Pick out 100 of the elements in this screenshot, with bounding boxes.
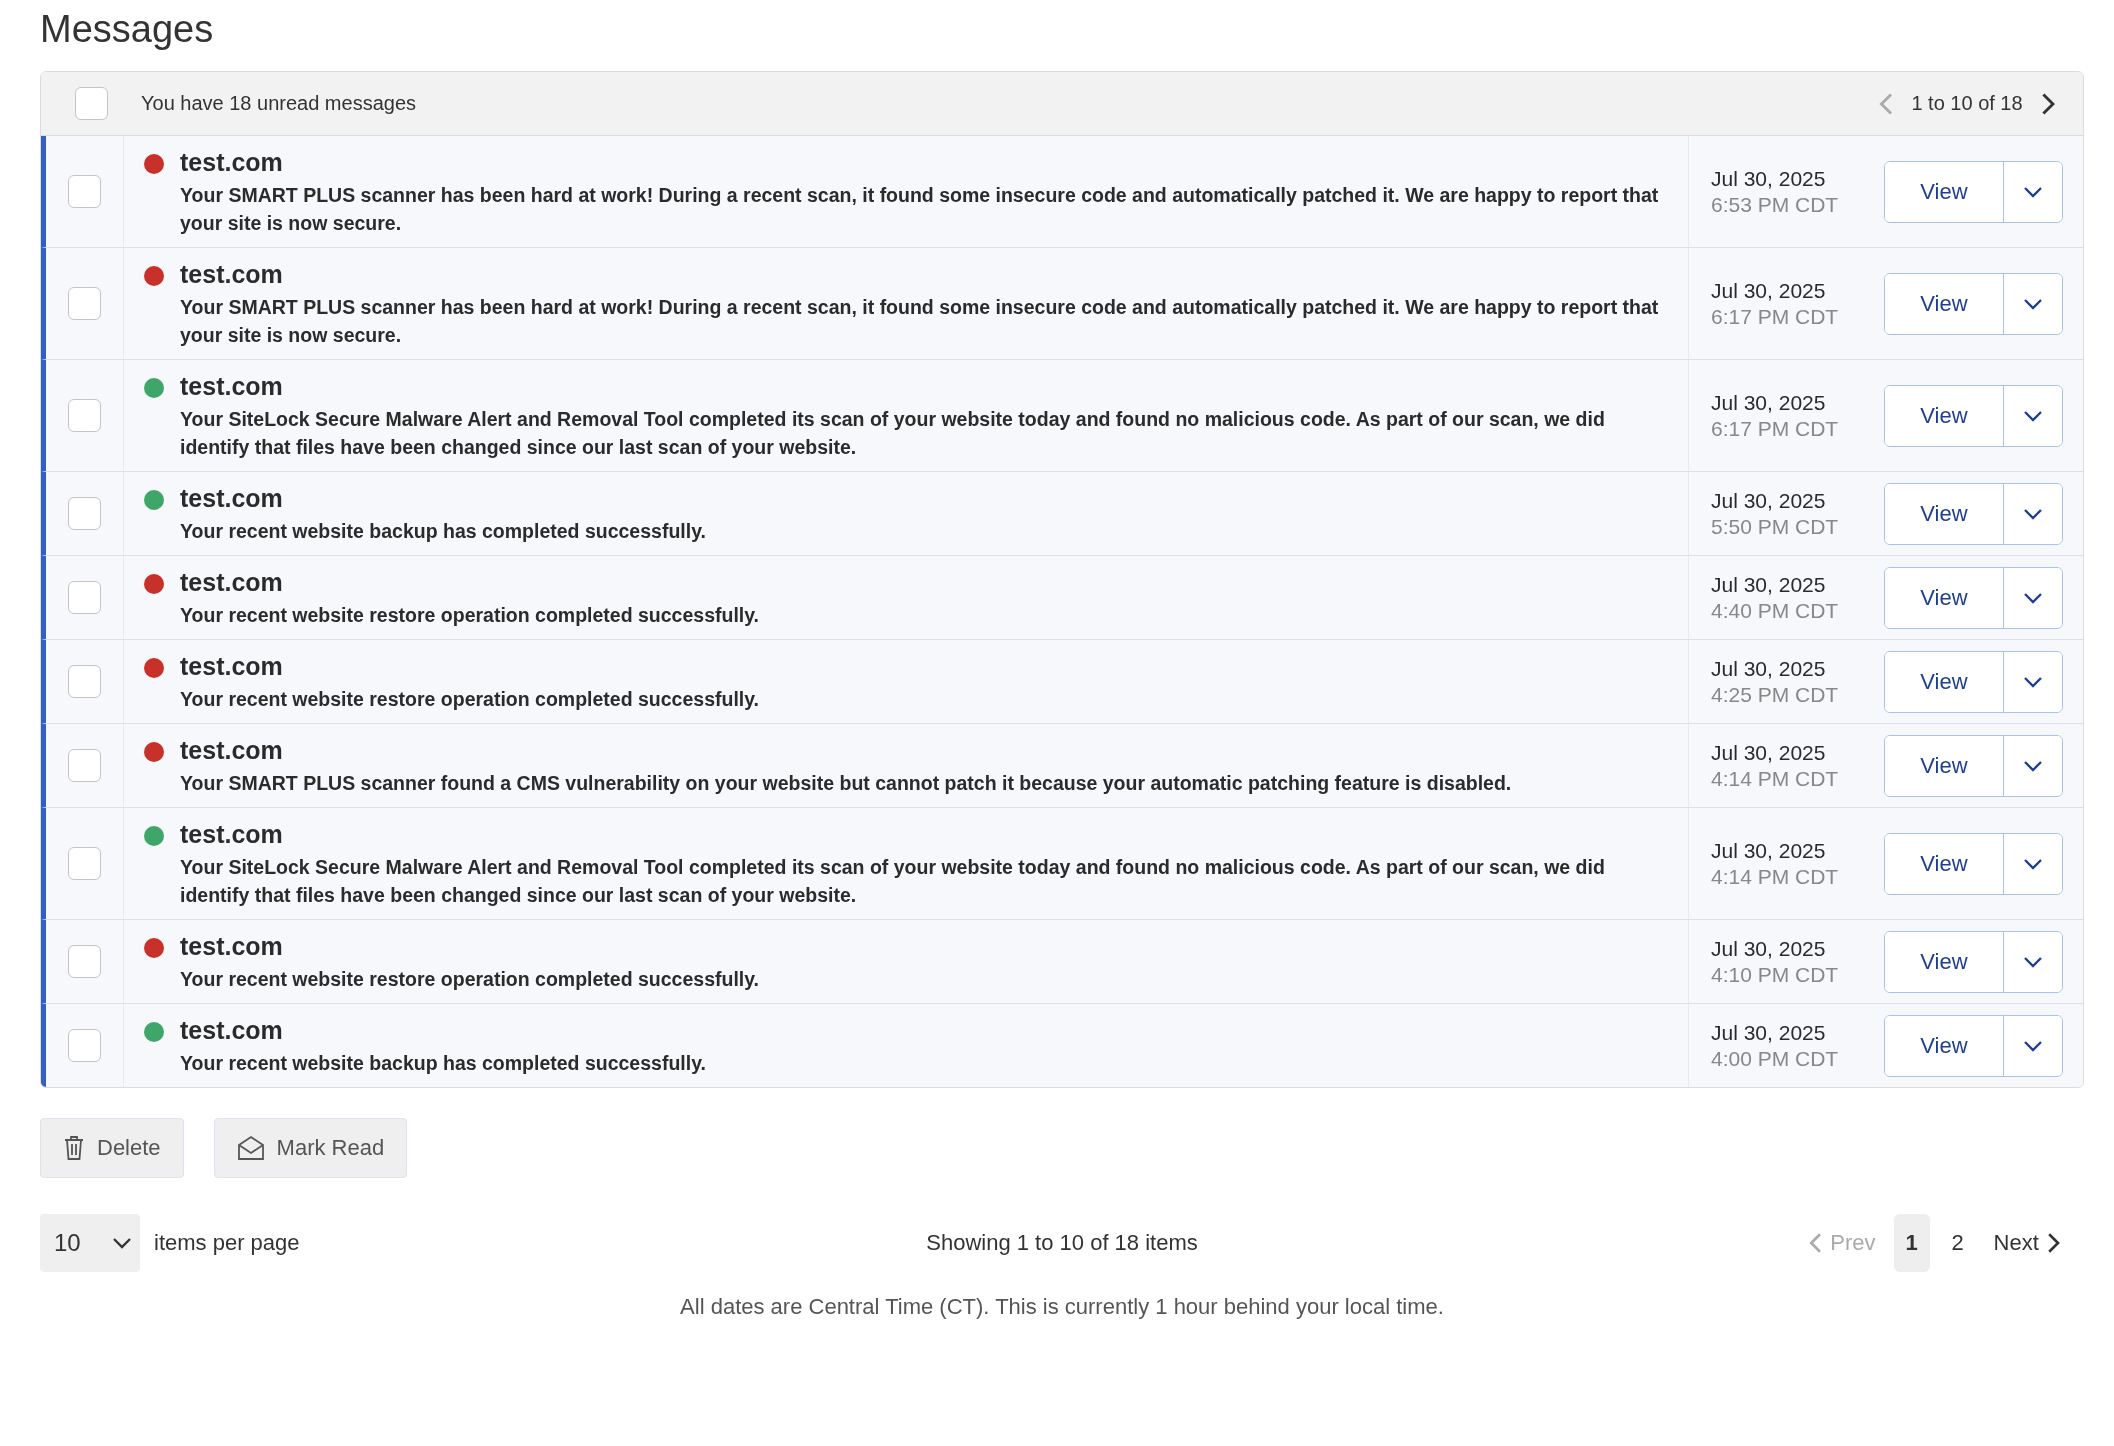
message-text: Your SMART PLUS scanner has been hard at work! During a recent scan, it found some insecure code and automatically patched it. We are happy to report that your site is now secure. bbox=[180, 295, 1660, 348]
site-name: test.com bbox=[180, 932, 284, 961]
delete-button[interactable]: Delete bbox=[40, 1118, 184, 1178]
message-text: Your SiteLock Secure Malware Alert and Removal Tool completed its scan of your website today and found no malicious code. As part of our scan, we did identify that files have been changed since our last scan of your website. bbox=[180, 407, 1606, 460]
row-checkbox[interactable] bbox=[68, 287, 101, 320]
chevron-down-icon bbox=[2023, 507, 2043, 520]
view-button[interactable]: View bbox=[1885, 833, 2004, 894]
message-date: Jul 30, 2025 bbox=[1711, 166, 1827, 191]
message-text: Your SMART PLUS scanner has been hard at work! During a recent scan, it found some insecure code and automatically patched it. We are happy to report that your site is now secure. bbox=[180, 183, 1660, 236]
chevron-left-icon bbox=[1879, 91, 1894, 116]
page-button[interactable]: 1 bbox=[1893, 1214, 1930, 1272]
site-name: test.com bbox=[180, 260, 284, 289]
message-time: 4:10 PM CDT bbox=[1711, 962, 1840, 987]
next-link[interactable]: Next bbox=[1985, 1230, 2068, 1256]
message-date: Jul 30, 2025 bbox=[1711, 740, 1827, 765]
site-name: test.com bbox=[180, 652, 284, 681]
message-date: Jul 30, 2025 bbox=[1711, 390, 1827, 415]
row-checkbox[interactable] bbox=[68, 847, 101, 880]
site-name: test.com bbox=[180, 484, 284, 513]
message-row[interactable]: test.com Your recent website restore operation completed successfully. Jul 30, 2025 4:10 PM CDT View bbox=[41, 920, 2083, 1004]
message-row[interactable]: test.com Your recent website restore operation completed successfully. Jul 30, 2025 4:40 PM CDT View bbox=[41, 556, 2083, 640]
view-button[interactable]: View bbox=[1885, 567, 2004, 628]
chevron-down-icon bbox=[2023, 759, 2043, 772]
chevron-down-icon bbox=[2023, 675, 2043, 688]
view-button[interactable]: View bbox=[1885, 931, 2004, 992]
message-row[interactable] bbox=[41, 136, 2083, 248]
chevron-down-icon bbox=[2023, 409, 2043, 422]
chevron-down-icon bbox=[112, 1237, 132, 1249]
message-time: 5:50 PM CDT bbox=[1711, 514, 1840, 539]
page-button[interactable]: 2 bbox=[1939, 1214, 1976, 1272]
site-name: test.com bbox=[180, 372, 284, 401]
message-date: Jul 30, 2025 bbox=[1711, 278, 1827, 303]
chevron-right-icon bbox=[2046, 1232, 2060, 1254]
select-all-checkbox[interactable] bbox=[74, 87, 108, 120]
row-checkbox[interactable] bbox=[68, 175, 101, 208]
message-row[interactable] bbox=[41, 808, 2083, 920]
chevron-down-icon bbox=[2023, 1039, 2043, 1052]
range-label: 1 to 10 of 18 bbox=[1911, 92, 2023, 115]
message-row[interactable]: test.com Your recent website backup has completed successfully. Jul 30, 2025 5:50 PM CDT View bbox=[41, 472, 2083, 556]
message-date: Jul 30, 2025 bbox=[1711, 572, 1827, 597]
row-checkbox[interactable] bbox=[68, 581, 101, 614]
view-button[interactable]: View bbox=[1885, 735, 2004, 796]
message-row[interactable]: test.com Your SMART PLUS scanner found a CMS vulnerability on your website but cannot patch it because your automatic patching feature is disabled. Jul 30, 2025 4:14 PM CDT View bbox=[41, 724, 2083, 808]
view-button[interactable]: View bbox=[1885, 651, 2004, 712]
showing-label: Showing 1 to 10 of 18 items bbox=[926, 1230, 1198, 1256]
site-name: test.com bbox=[180, 1016, 284, 1045]
message-row[interactable]: test.com Your recent website restore operation completed successfully. Jul 30, 2025 4:25 PM CDT View bbox=[41, 640, 2083, 724]
open-envelope-icon bbox=[236, 1135, 265, 1161]
per-page-label: items per page bbox=[154, 1230, 300, 1256]
next-button[interactable] bbox=[2040, 91, 2055, 116]
chevron-down-icon bbox=[2023, 297, 2043, 310]
chevron-down-icon bbox=[2023, 857, 2043, 870]
row-checkbox[interactable] bbox=[68, 1029, 101, 1062]
view-button[interactable]: View bbox=[1885, 1015, 2004, 1076]
row-checkbox[interactable] bbox=[68, 497, 101, 530]
view-button[interactable]: View bbox=[1885, 385, 2004, 446]
message-time: 4:25 PM CDT bbox=[1711, 682, 1840, 707]
mark-read-button[interactable]: Mark Read bbox=[213, 1118, 408, 1178]
row-checkbox[interactable] bbox=[68, 749, 101, 782]
row-checkbox[interactable] bbox=[68, 399, 101, 432]
message-date: Jul 30, 2025 bbox=[1711, 838, 1827, 863]
message-time: 6:53 PM CDT bbox=[1711, 192, 1840, 217]
site-name: test.com bbox=[180, 568, 284, 597]
message-time: 4:40 PM CDT bbox=[1711, 598, 1840, 623]
row-checkbox[interactable] bbox=[68, 945, 101, 978]
message-time: 4:14 PM CDT bbox=[1711, 864, 1840, 889]
view-button[interactable]: View bbox=[1885, 161, 2004, 222]
message-row[interactable]: test.com Your recent website backup has completed successfully. Jul 30, 2025 4:00 PM CDT View bbox=[41, 1004, 2083, 1087]
chevron-left-icon bbox=[1809, 1232, 1823, 1254]
row-checkbox[interactable] bbox=[68, 665, 101, 698]
message-text: Your SiteLock Secure Malware Alert and Removal Tool completed its scan of your website today and found no malicious code. As part of our scan, we did identify that files have been changed since our last scan of your website. bbox=[180, 855, 1606, 908]
site-name: test.com bbox=[180, 148, 284, 177]
message-date: Jul 30, 2025 bbox=[1711, 936, 1827, 961]
per-page-select[interactable]: 10 bbox=[40, 1214, 140, 1272]
message-time: 4:00 PM CDT bbox=[1711, 1046, 1840, 1071]
site-name: test.com bbox=[180, 736, 284, 765]
message-row[interactable] bbox=[41, 248, 2083, 360]
message-text: Your recent website restore operation completed successfully. bbox=[180, 687, 760, 712]
message-text: Your SMART PLUS scanner found a CMS vulnerability on your website but cannot patch it because your automatic patching feature is disabled. bbox=[180, 771, 1512, 796]
unread-summary: You have 18 unread messages bbox=[141, 92, 418, 115]
message-date: Jul 30, 2025 bbox=[1711, 488, 1827, 513]
message-text: Your recent website restore operation completed successfully. bbox=[180, 967, 760, 992]
message-date: Jul 30, 2025 bbox=[1711, 656, 1827, 681]
view-button[interactable]: View bbox=[1885, 483, 2004, 544]
site-name: test.com bbox=[180, 820, 284, 849]
chevron-down-icon bbox=[2023, 185, 2043, 198]
chevron-right-icon bbox=[2040, 91, 2055, 116]
message-text: Your recent website restore operation completed successfully. bbox=[180, 603, 760, 628]
view-button[interactable]: View bbox=[1885, 273, 2004, 334]
message-time: 6:17 PM CDT bbox=[1711, 304, 1840, 329]
chevron-down-icon bbox=[2023, 955, 2043, 968]
message-time: 6:17 PM CDT bbox=[1711, 416, 1840, 441]
message-text: Your recent website backup has completed successfully. bbox=[180, 1051, 706, 1076]
message-text: Your recent website backup has completed successfully. bbox=[180, 519, 706, 544]
message-date: Jul 30, 2025 bbox=[1711, 1020, 1827, 1045]
timezone-note: All dates are Central Time (CT). This is currently 1 hour behind your local time. bbox=[679, 1294, 1445, 1320]
message-time: 4:14 PM CDT bbox=[1711, 766, 1840, 791]
message-row[interactable] bbox=[41, 360, 2083, 472]
page-title: Messages bbox=[40, 8, 215, 51]
trash-icon bbox=[63, 1135, 85, 1161]
